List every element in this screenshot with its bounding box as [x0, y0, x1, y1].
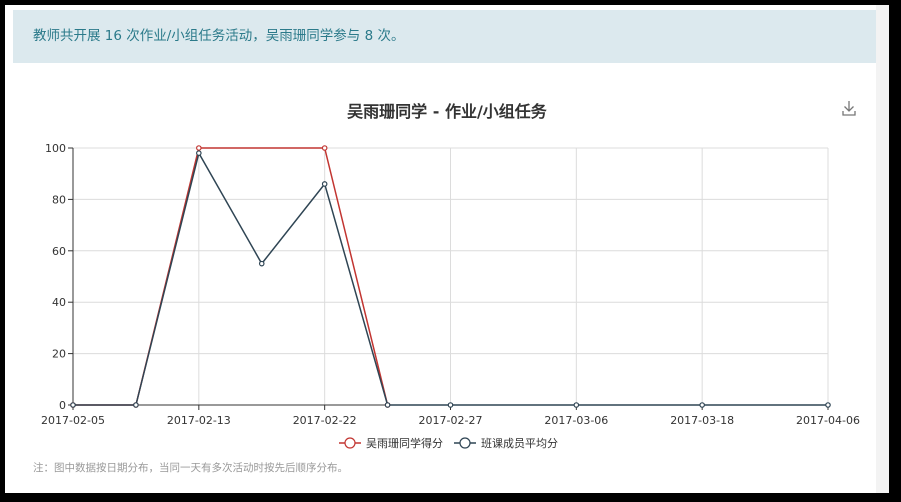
data-point — [196, 150, 202, 156]
data-point — [573, 402, 580, 408]
x-tick-label: 2017-03-06 — [544, 414, 608, 427]
x-tick-label: 2017-02-27 — [419, 414, 483, 427]
x-tick-label: 2017-02-22 — [293, 414, 357, 427]
data-point — [825, 402, 831, 408]
line-chart: 0 20 40 60 80 100 2017-02-05 2017-02-13 2017-02-… — [41, 142, 860, 450]
data-point — [321, 181, 328, 187]
y-tick-label: 100 — [45, 142, 66, 155]
y-tick-label: 20 — [52, 348, 66, 361]
data-point — [321, 145, 328, 151]
legend-label-1: 班课成员平均分 — [481, 437, 558, 450]
series-line-0 — [73, 147, 389, 406]
app-frame: 教师共开展 16 次作业/小组任务活动，吴雨珊同学参与 8 次。 吴雨珊同学 -… — [5, 5, 889, 493]
x-tick-label: 2017-02-13 — [167, 414, 231, 427]
x-tick-label: 2017-04-06 — [796, 414, 860, 427]
data-point — [447, 402, 454, 408]
data-point — [196, 145, 202, 151]
legend-marker — [344, 437, 356, 449]
y-tick-label: 80 — [52, 193, 66, 206]
x-tick-label: 2017-03-18 — [670, 414, 734, 427]
y-tick-label: 0 — [59, 399, 66, 412]
legend-marker — [459, 437, 471, 449]
data-point — [70, 402, 76, 408]
chart-footnote: 注：图中数据按日期分布，当同一天有多次活动时按先后顺序分布。 — [33, 462, 348, 474]
y-tick-label: 40 — [52, 296, 66, 309]
y-tick-label: 60 — [52, 245, 66, 258]
data-point — [258, 260, 265, 267]
data-point — [699, 402, 705, 408]
x-tick-label: 2017-02-05 — [41, 414, 105, 427]
legend-label-0: 吴雨珊同学得分 — [366, 436, 443, 450]
data-point — [384, 402, 391, 408]
data-point — [133, 402, 139, 408]
